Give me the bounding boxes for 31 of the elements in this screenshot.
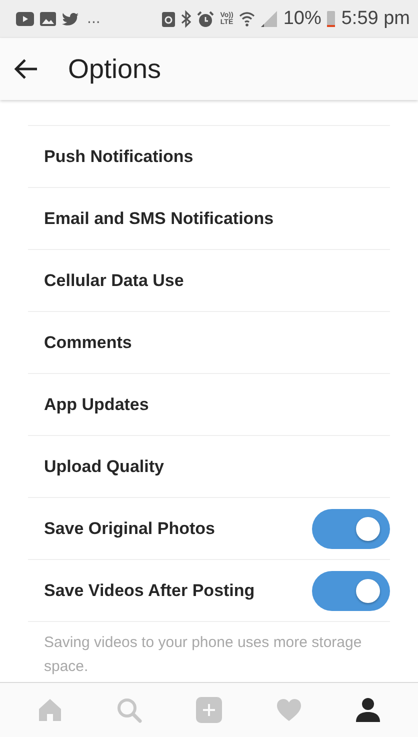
wifi-icon — [239, 11, 256, 27]
plus-icon — [194, 696, 223, 724]
battery-saver-icon — [162, 11, 176, 27]
toggle-switch[interactable] — [312, 570, 390, 610]
storage-note: Saving videos to your phone uses more storage space. — [43, 633, 363, 677]
signal-icon — [261, 11, 278, 27]
search-icon — [115, 696, 144, 724]
settings-item[interactable]: Comments — [28, 312, 390, 374]
settings-item[interactable]: App Updates — [28, 374, 390, 436]
clock-time: 5:59 pm — [341, 8, 410, 30]
back-arrow-icon — [14, 58, 38, 80]
battery-icon — [327, 11, 336, 27]
back-button[interactable] — [14, 58, 38, 80]
heart-icon — [274, 696, 303, 724]
profile-tab[interactable] — [354, 696, 382, 724]
settings-item[interactable]: Push Notifications — [28, 126, 390, 188]
setting-label: Save Videos After Posting — [44, 580, 255, 600]
settings-item[interactable]: Upload Quality — [28, 436, 390, 498]
settings-item[interactable]: Email and SMS Notifications — [28, 188, 390, 250]
profile-icon — [354, 696, 382, 724]
alarm-icon — [197, 10, 214, 28]
video-icon — [16, 12, 34, 26]
battery-percent: 10% — [283, 8, 322, 30]
setting-label: Save Original Photos — [44, 518, 215, 538]
image-icon — [40, 12, 56, 26]
page-title: Options — [68, 54, 162, 84]
more-notifications-text: ... — [87, 10, 100, 28]
toggle-switch[interactable] — [312, 508, 390, 548]
bird-icon — [62, 12, 79, 26]
settings-item[interactable]: Cellular Data Use — [28, 250, 390, 312]
bluetooth-icon — [181, 10, 192, 28]
